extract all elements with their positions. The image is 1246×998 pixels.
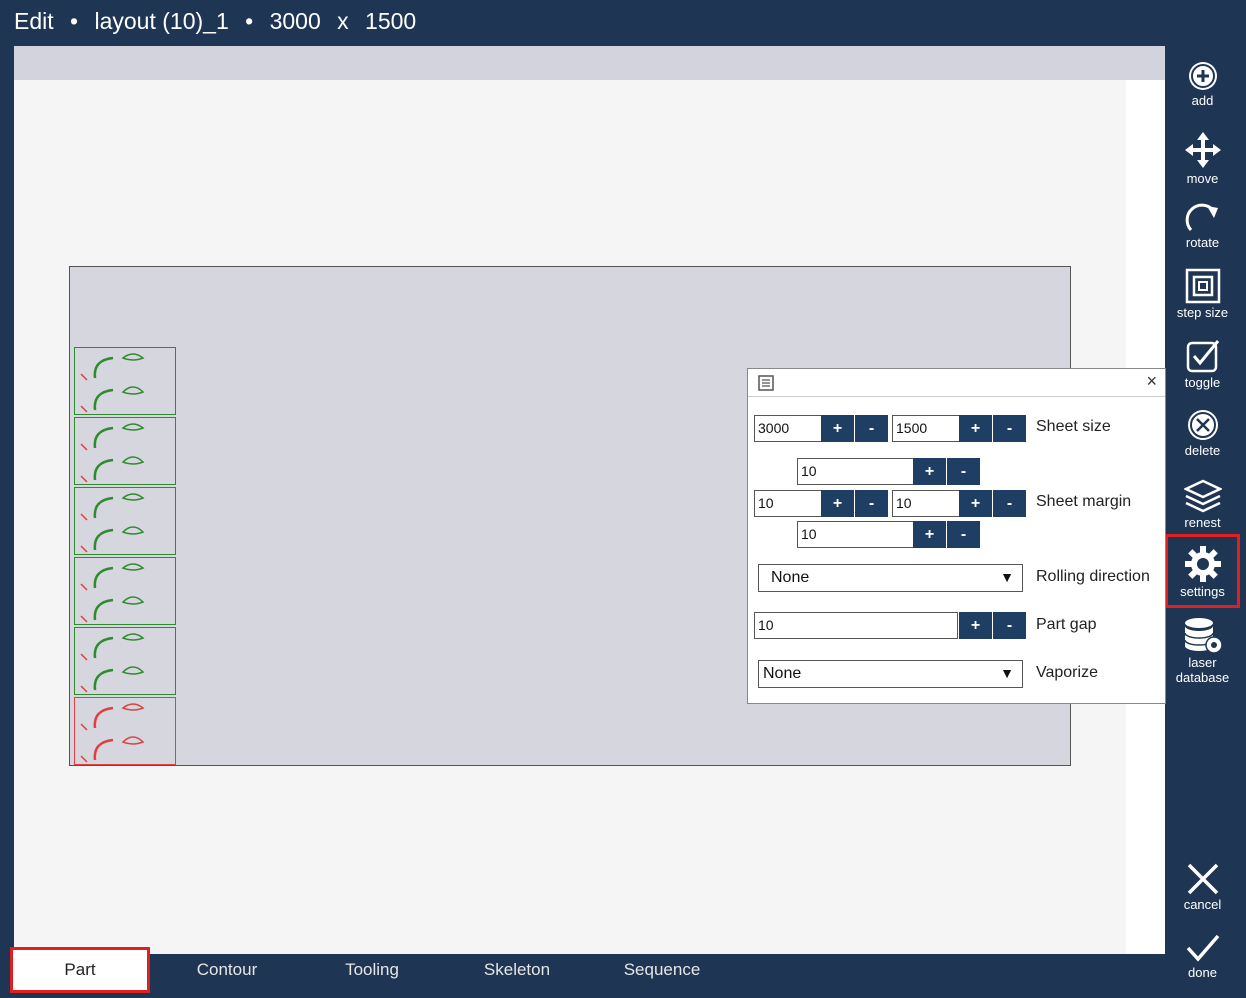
step-size-icon bbox=[1185, 268, 1220, 304]
gear-icon bbox=[1184, 546, 1221, 582]
part-shape bbox=[80, 493, 145, 553]
dropdown-arrow-icon: ▼ bbox=[1000, 569, 1014, 585]
title-mode: Edit bbox=[14, 8, 54, 34]
right-toolbar: add move rotate step size toggle delete … bbox=[1165, 46, 1246, 998]
laser-database-label: laser database bbox=[1175, 655, 1230, 685]
margin-left-plus-button[interactable]: + bbox=[821, 490, 854, 517]
sheet-height-plus-button[interactable]: + bbox=[959, 415, 992, 442]
delete-label: delete bbox=[1184, 443, 1221, 458]
title-layout-name: layout (10)_1 bbox=[94, 8, 229, 34]
cancel-label: cancel bbox=[1183, 897, 1222, 912]
add-icon bbox=[1188, 62, 1217, 90]
sheet-width-minus-button[interactable]: - bbox=[855, 415, 888, 442]
margin-right-minus-button[interactable]: - bbox=[993, 490, 1026, 517]
bottom-tab-bar: Part Contour Tooling Skeleton Sequence bbox=[0, 945, 1165, 998]
move-icon bbox=[1184, 132, 1221, 168]
vaporize-value: None bbox=[763, 665, 802, 682]
title-x: x bbox=[337, 8, 349, 34]
part-gap-plus-button[interactable]: + bbox=[959, 612, 992, 639]
nested-part[interactable] bbox=[74, 417, 176, 485]
part-shape bbox=[80, 563, 145, 623]
rolling-direction-value: None bbox=[771, 569, 810, 586]
close-icon bbox=[1187, 863, 1218, 895]
title-separator: • bbox=[70, 8, 79, 34]
done-label: done bbox=[1188, 965, 1217, 980]
nested-part[interactable] bbox=[74, 627, 176, 695]
rotate-icon bbox=[1185, 203, 1218, 232]
move-label: move bbox=[1186, 171, 1219, 186]
margin-left-input[interactable]: 10 bbox=[754, 490, 822, 517]
settings-dialog: × 3000 + - 1500 + - Sheet size 10 + - 10… bbox=[747, 368, 1166, 704]
settings-label: settings bbox=[1180, 584, 1225, 599]
margin-bottom-minus-button[interactable]: - bbox=[947, 521, 980, 548]
sheet-size-label: Sheet size bbox=[1036, 418, 1111, 435]
part-shape bbox=[80, 703, 145, 763]
margin-top-input[interactable]: 10 bbox=[797, 458, 914, 485]
vaporize-label: Vaporize bbox=[1036, 664, 1098, 681]
toggle-label: toggle bbox=[1184, 375, 1221, 390]
database-icon bbox=[1183, 618, 1223, 654]
add-label: add bbox=[1191, 93, 1214, 108]
rolling-direction-label: Rolling direction bbox=[1036, 568, 1150, 585]
toggle-button[interactable]: toggle bbox=[1165, 330, 1240, 396]
part-gap-minus-button[interactable]: - bbox=[993, 612, 1026, 639]
margin-right-plus-button[interactable]: + bbox=[959, 490, 992, 517]
rotate-button[interactable]: rotate bbox=[1165, 192, 1240, 258]
dialog-close-button[interactable]: × bbox=[1146, 371, 1157, 392]
dialog-header: × bbox=[748, 369, 1165, 397]
margin-left-minus-button[interactable]: - bbox=[855, 490, 888, 517]
tab-contour[interactable]: Contour bbox=[157, 947, 297, 993]
nested-part[interactable] bbox=[74, 697, 176, 765]
sheet-width-input[interactable]: 3000 bbox=[754, 415, 822, 442]
delete-icon bbox=[1187, 410, 1218, 440]
tab-tooling[interactable]: Tooling bbox=[302, 947, 442, 993]
checkmark-icon bbox=[1186, 934, 1219, 962]
nested-part[interactable] bbox=[74, 347, 176, 415]
renest-label: renest bbox=[1184, 515, 1221, 530]
step-size-button[interactable]: step size bbox=[1165, 260, 1240, 326]
part-shape bbox=[80, 423, 145, 483]
tab-sequence[interactable]: Sequence bbox=[592, 947, 732, 993]
tab-part[interactable]: Part bbox=[10, 947, 150, 993]
margin-top-minus-button[interactable]: - bbox=[947, 458, 980, 485]
canvas-top-bar bbox=[14, 46, 1165, 80]
cancel-button[interactable]: cancel bbox=[1165, 854, 1240, 920]
title-bar: Edit • layout (10)_1 • 3000 x 1500 bbox=[0, 0, 1246, 46]
sheet-margin-label: Sheet margin bbox=[1036, 493, 1132, 510]
part-shape bbox=[80, 633, 145, 693]
title-height: 1500 bbox=[365, 8, 417, 34]
nested-part[interactable] bbox=[74, 557, 176, 625]
sheet-height-minus-button[interactable]: - bbox=[993, 415, 1026, 442]
settings-button[interactable]: settings bbox=[1165, 534, 1240, 608]
margin-top-plus-button[interactable]: + bbox=[913, 458, 946, 485]
margin-bottom-input[interactable]: 10 bbox=[797, 521, 914, 548]
title-separator: • bbox=[245, 8, 254, 34]
document-icon bbox=[758, 375, 774, 391]
sheet-height-input[interactable]: 1500 bbox=[892, 415, 960, 442]
vaporize-select[interactable]: None ▼ bbox=[758, 660, 1023, 688]
part-gap-input[interactable]: 10 bbox=[754, 612, 958, 639]
rolling-direction-select[interactable]: None ▼ bbox=[758, 564, 1023, 592]
part-shape bbox=[80, 353, 145, 413]
nested-part[interactable] bbox=[74, 487, 176, 555]
app-window: Edit • layout (10)_1 • 3000 x 1500 add m… bbox=[0, 0, 1246, 998]
part-gap-label: Part gap bbox=[1036, 616, 1097, 633]
done-button[interactable]: done bbox=[1165, 924, 1240, 990]
move-button[interactable]: move bbox=[1165, 122, 1240, 188]
add-button[interactable]: add bbox=[1165, 52, 1240, 118]
tab-skeleton[interactable]: Skeleton bbox=[447, 947, 587, 993]
toggle-icon bbox=[1186, 340, 1219, 373]
margin-right-input[interactable]: 10 bbox=[892, 490, 960, 517]
sheet-width-plus-button[interactable]: + bbox=[821, 415, 854, 442]
rotate-label: rotate bbox=[1185, 235, 1220, 250]
layers-icon bbox=[1183, 479, 1222, 513]
dropdown-arrow-icon: ▼ bbox=[1000, 665, 1014, 681]
step-size-label: step size bbox=[1176, 305, 1229, 320]
delete-button[interactable]: delete bbox=[1165, 400, 1240, 466]
laser-database-button[interactable]: laser database bbox=[1165, 608, 1240, 688]
renest-button[interactable]: renest bbox=[1165, 470, 1240, 536]
margin-bottom-plus-button[interactable]: + bbox=[913, 521, 946, 548]
title-width: 3000 bbox=[269, 8, 321, 34]
